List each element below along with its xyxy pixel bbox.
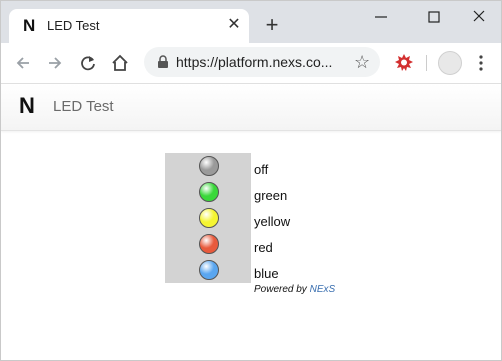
led-label: red <box>254 240 273 255</box>
close-tab-icon[interactable]: ✕ <box>225 16 243 34</box>
led-green-indicator <box>199 182 219 202</box>
led-cell <box>165 179 251 205</box>
led-row: red <box>165 231 335 257</box>
led-row: off <box>165 153 335 179</box>
tab-led-test[interactable]: N LED Test ✕ <box>9 9 249 43</box>
app-header: N LED Test <box>1 84 501 131</box>
led-label: off <box>254 162 269 177</box>
app-title: LED Test <box>53 98 114 115</box>
profile-avatar[interactable] <box>438 51 462 75</box>
led-row: green <box>165 179 335 205</box>
led-red-indicator <box>199 234 219 254</box>
led-label: green <box>254 188 288 203</box>
back-arrow-icon[interactable] <box>12 52 34 74</box>
led-label: blue <box>254 266 279 281</box>
reload-icon[interactable] <box>77 52 99 74</box>
powered-by-footer: Powered by NExS <box>254 284 335 295</box>
led-label: yellow <box>254 214 291 229</box>
led-off-indicator <box>199 156 219 176</box>
bookmark-star-icon[interactable]: ☆ <box>354 51 370 73</box>
led-table: off green yellow red blue <box>165 153 335 283</box>
led-yellow-indicator <box>199 208 219 228</box>
nexs-logo-icon[interactable]: N <box>19 94 35 118</box>
forward-arrow-icon[interactable] <box>44 52 66 74</box>
tab-title: LED Test <box>47 18 100 33</box>
address-bar[interactable]: https://platform.nexs.co... ☆ <box>144 47 380 77</box>
powered-by-text: Powered by <box>254 284 307 295</box>
nexs-favicon-icon: N <box>23 16 36 35</box>
led-blue-indicator <box>199 260 219 280</box>
browser-window: N LED Test ✕ + https://platform.nexs.co.… <box>0 0 502 361</box>
lock-icon[interactable] <box>156 55 170 69</box>
new-tab-button[interactable]: + <box>261 14 283 37</box>
minimize-icon[interactable] <box>369 7 393 27</box>
browser-menu-icon[interactable] <box>475 52 487 74</box>
maximize-icon[interactable] <box>422 7 446 27</box>
toolbar-divider <box>426 55 427 71</box>
close-window-icon[interactable] <box>467 7 491 27</box>
tab-strip: N LED Test ✕ + <box>1 1 501 43</box>
led-row: blue <box>165 257 335 283</box>
browser-toolbar: https://platform.nexs.co... ☆ <box>1 43 501 84</box>
led-row: yellow <box>165 205 335 231</box>
extension-icon[interactable] <box>393 52 415 74</box>
nexs-link[interactable]: NExS <box>310 284 336 295</box>
led-cell <box>165 231 251 257</box>
led-cell <box>165 205 251 231</box>
url-text[interactable]: https://platform.nexs.co... <box>176 54 332 70</box>
home-icon[interactable] <box>109 52 131 74</box>
led-cell <box>165 257 251 283</box>
led-cell <box>165 153 251 179</box>
